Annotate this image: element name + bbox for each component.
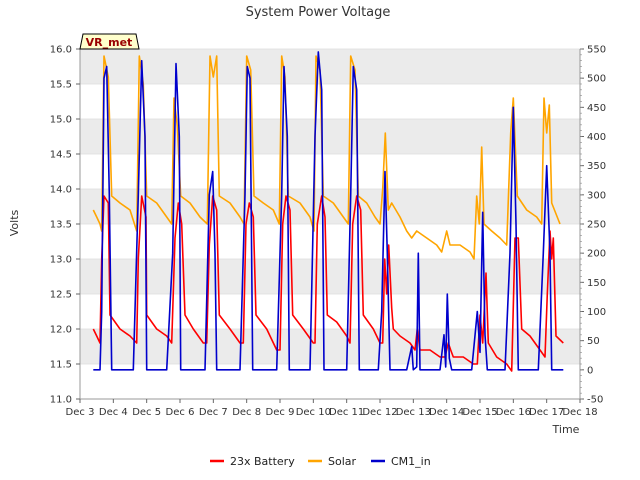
legend-label: Solar: [328, 455, 357, 468]
legend: 23x Battery Solar CM1_in: [210, 455, 431, 468]
site-label-box: VR_met: [79, 33, 140, 50]
chart-title: System Power Voltage: [246, 5, 391, 20]
y-left-tick-label: 14.0: [50, 185, 72, 196]
legend-label: 23x Battery: [230, 455, 295, 468]
x-tick-label: Dec 5: [132, 407, 161, 418]
y-left-tick-label: 11.5: [50, 360, 72, 371]
y-left-tick-label: 15.5: [50, 80, 72, 91]
y-left-tick-label: 12.5: [50, 290, 72, 301]
y-right-tick-label: 50: [587, 336, 600, 347]
y-right-tick-label: -50: [587, 395, 603, 406]
site-label: VR_met: [86, 36, 133, 49]
x-tick-label: Dec 7: [199, 407, 228, 418]
x-tick-label: Dec 15: [462, 407, 497, 418]
x-tick-label: Dec 13: [396, 407, 431, 418]
x-tick-label: Dec 3: [66, 407, 95, 418]
y-left-tick-label: 13.0: [50, 255, 72, 266]
y-right-tick-label: 350: [587, 161, 606, 172]
y-left-tick-label: 12.0: [50, 325, 72, 336]
x-axis-label: Time: [552, 423, 580, 436]
x-tick-label: Dec 9: [266, 407, 295, 418]
grid-band: [80, 259, 580, 294]
y-left-tick-label: 16.0: [50, 45, 72, 56]
x-tick-label: Dec 6: [166, 407, 195, 418]
x-tick-label: Dec 4: [99, 407, 128, 418]
y-right-tick-label: 500: [587, 74, 606, 85]
grid-band: [80, 49, 580, 84]
y-left-tick-label: 14.5: [50, 150, 72, 161]
y-left-tick-label: 15.0: [50, 115, 72, 126]
y-right-tick-label: 550: [587, 45, 606, 56]
y-right-tick-label: 150: [587, 278, 606, 289]
x-tick-label: Dec 16: [496, 407, 531, 418]
x-tick-label: Dec 8: [232, 407, 261, 418]
y-right-tick-label: 400: [587, 132, 606, 143]
x-tick-label: Dec 17: [529, 407, 564, 418]
x-tick-label: Dec 18: [562, 407, 597, 418]
y-right-tick-label: 300: [587, 190, 606, 201]
y-left-tick-label: 13.5: [50, 220, 72, 231]
y-right-tick-label: 200: [587, 249, 606, 260]
x-tick-label: Dec 12: [362, 407, 397, 418]
y-axis-label: Volts: [8, 209, 21, 236]
chart: 11.0 11.5 12.0 12.5 13.0 13.5 14.0 14.5 15.0 15.5…: [8, 5, 606, 468]
y-right-tick-label: 250: [587, 220, 606, 231]
grid-band: [80, 119, 580, 154]
x-tick-label: Dec 11: [329, 407, 364, 418]
x-tick-label: Dec 14: [429, 407, 464, 418]
grid-band: [80, 189, 580, 224]
legend-label: CM1_in: [391, 455, 431, 468]
x-tick-label: Dec 10: [296, 407, 331, 418]
plot-background: [80, 48, 580, 400]
y-left-tick-label: 11.0: [50, 395, 72, 406]
y-right-tick-label: 450: [587, 103, 606, 114]
y-right-tick-label: 100: [587, 307, 606, 318]
y-right-tick-label: 0: [587, 365, 593, 376]
